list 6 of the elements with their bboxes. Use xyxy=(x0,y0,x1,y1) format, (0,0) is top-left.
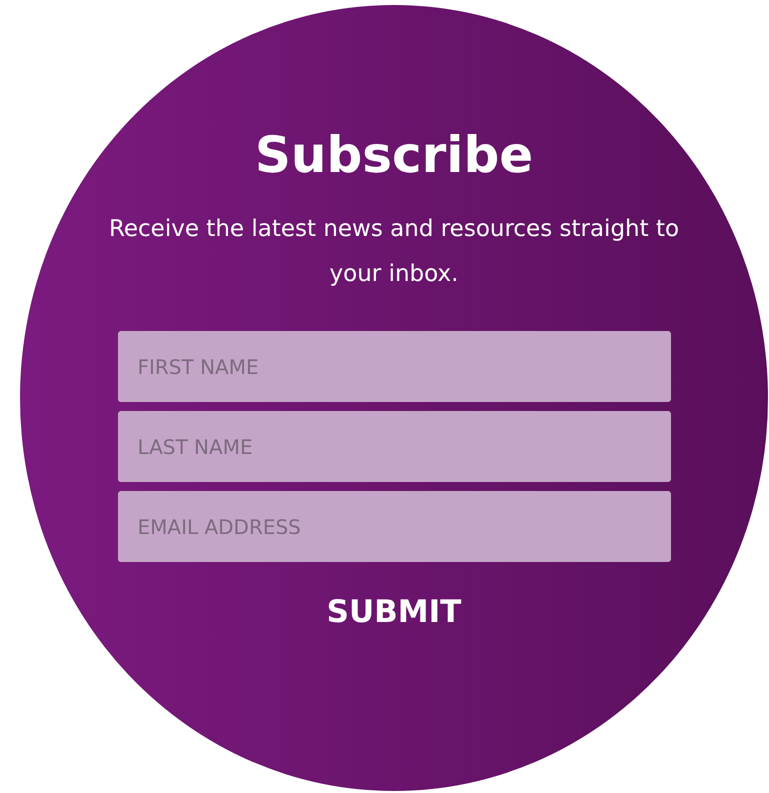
submit-button[interactable]: SUBMIT xyxy=(318,590,470,634)
subscribe-title: Subscribe xyxy=(254,125,534,186)
input-field[interactable]: EMAIL ADDRESS xyxy=(118,491,670,562)
input-field[interactable]: FIRST NAME xyxy=(118,331,670,402)
description-text: Receive the latest news and resources straight to your inbox. xyxy=(108,215,680,289)
input-field[interactable]: LAST NAME xyxy=(118,411,670,482)
